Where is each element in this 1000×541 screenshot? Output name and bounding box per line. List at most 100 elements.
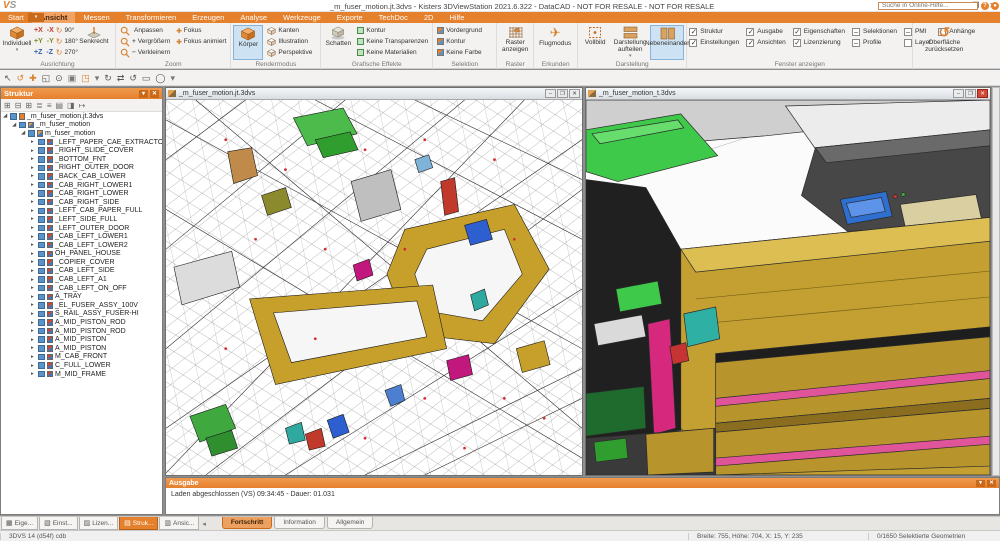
zoom-button[interactable]: Anpassen	[118, 25, 172, 36]
pan-icon[interactable]: ✚	[29, 72, 37, 84]
darstellung-aufteilen-button[interactable]: Darstellung aufteilen ▾	[612, 25, 648, 60]
tree-expander-icon[interactable]: ▸	[31, 251, 38, 257]
tree-item[interactable]: ▸ _COPIER_COVER	[1, 258, 162, 267]
levels-icon[interactable]: ≡	[47, 101, 52, 110]
ribbon-tab[interactable]: Transformieren	[118, 12, 185, 23]
help-globe-icon[interactable]: ●	[991, 2, 999, 10]
zoom-window-icon[interactable]: ◱	[42, 72, 51, 84]
spin-icon[interactable]: ↺	[129, 72, 137, 84]
axis-minus-button[interactable]: -Z	[46, 49, 53, 56]
visibility-checkbox-icon[interactable]	[38, 199, 45, 206]
viewport-2-titlebar[interactable]: _m_fuser_motion_t.3dvs – ❐ ✕	[586, 88, 990, 100]
individuell-button[interactable]: Individuell ▾	[2, 25, 32, 60]
output-tab[interactable]: Allgemein	[327, 517, 374, 529]
visibility-checkbox-icon[interactable]	[38, 156, 45, 163]
tree-item[interactable]: ▸ C_FULL_LOWER	[1, 361, 162, 370]
tree-expander-icon[interactable]: ▸	[31, 182, 38, 188]
visibility-checkbox-icon[interactable]	[38, 251, 45, 258]
tree-expander-icon[interactable]: ▸	[31, 242, 38, 248]
panel-toggle-checkbox[interactable]: Ausgabe	[746, 26, 786, 37]
tree-expander-icon[interactable]: ▸	[31, 165, 38, 171]
viewport-restore-button[interactable]: ❐	[557, 89, 568, 98]
visibility-checkbox-icon[interactable]	[38, 336, 45, 343]
ribbon-tab[interactable]: Werkzeuge	[275, 12, 329, 23]
tree-item[interactable]: ▸ _LEFT_PAPER_CAE_EXTRACTOR	[1, 138, 162, 147]
dropdown-icon[interactable]: ▾	[95, 72, 100, 84]
tree-expander-icon[interactable]: ▸	[31, 363, 38, 369]
rotate-button[interactable]: ↻90°	[56, 25, 78, 36]
rendermode-button[interactable]: Perspektive	[265, 47, 314, 58]
panel-toggle-checkbox[interactable]: Lizenzierung	[793, 37, 845, 48]
viewport-2-canvas[interactable]	[586, 100, 990, 475]
visibility-checkbox-icon[interactable]	[10, 113, 17, 120]
tree-item[interactable]: ▸ _RIGHT_OUTER_DOOR	[1, 164, 162, 173]
nebeneinander-button[interactable]: Nebeneinander	[650, 25, 684, 60]
panel-toggle-checkbox[interactable]: Struktur	[689, 26, 739, 37]
sync-icon[interactable]: ↦	[79, 101, 86, 110]
ribbon-tab[interactable]: Erzeugen	[184, 12, 232, 23]
tree-item[interactable]: ▸ _BACK_CAB_LOWER	[1, 172, 162, 181]
visibility-checkbox-icon[interactable]	[38, 216, 45, 223]
tree-item[interactable]: ▸ _CAB_RIGHT_SIDE	[1, 198, 162, 207]
tree-item[interactable]: ▸ _CAB_LEFT_A1	[1, 275, 162, 284]
tree-item[interactable]: ▸ M_MID_FRAME	[1, 370, 162, 379]
rendermode-button[interactable]: Kanten	[265, 25, 314, 36]
tree-item[interactable]: ▸ _EL_FUSER_ASSY_100V	[1, 301, 162, 310]
visibility-checkbox-icon[interactable]	[38, 147, 45, 154]
output-tab[interactable]: Information	[274, 517, 325, 529]
visibility-checkbox-icon[interactable]	[38, 165, 45, 172]
reset-ui-button[interactable]: ↺ Oberfläche zurücksetzen	[915, 25, 973, 60]
tree-item[interactable]: ▸ _LEFT_SIDE_FULL	[1, 215, 162, 224]
fokus-button[interactable]: ✚Fokus	[174, 25, 228, 36]
tree-item[interactable]: ▸ _CAB_LEFT_SIDE	[1, 267, 162, 276]
app-menu-button[interactable]: ▾	[28, 13, 44, 22]
viewport-minimize-button[interactable]: –	[953, 89, 964, 98]
axis-minus-button[interactable]: -Y	[47, 38, 54, 45]
tree-expander-icon[interactable]: ◢	[21, 130, 28, 136]
tree-item[interactable]: ▸ A_MID_PISTON	[1, 335, 162, 344]
tree-expander-icon[interactable]: ▸	[31, 139, 38, 145]
visibility-checkbox-icon[interactable]	[38, 311, 45, 318]
tree-item[interactable]: ▸ _LEFT_CAB_PAPER_FULL	[1, 207, 162, 216]
tab-scroll-left-icon[interactable]: ◂	[202, 520, 206, 528]
tree-item[interactable]: ▸ A_MID_PISTON_ROD	[1, 327, 162, 336]
tree-item[interactable]: ▸ _CAB_LEFT_LOWER1	[1, 232, 162, 241]
tree-item[interactable]: ▸ _CAB_LEFT_ON_OFF	[1, 284, 162, 293]
visibility-checkbox-icon[interactable]	[38, 354, 45, 361]
panel-toggle-checkbox[interactable]: Einstellungen	[689, 37, 739, 48]
tree-expander-icon[interactable]: ▸	[31, 225, 38, 231]
tree-item[interactable]: ▸ _LEFT_OUTER_DOOR	[1, 224, 162, 233]
zoom-button[interactable]: − Verkleinern	[118, 47, 172, 58]
viewport-minimize-button[interactable]: –	[545, 89, 556, 98]
tree-expander-icon[interactable]: ▸	[31, 277, 38, 283]
zoom-button[interactable]: + Vergrößern	[118, 36, 172, 47]
panel-tab[interactable]: ▥ Ansic...	[159, 517, 199, 530]
tree-expander-icon[interactable]: ▸	[31, 311, 38, 317]
tree-expander-icon[interactable]: ▸	[31, 345, 38, 351]
ribbon-tab[interactable]: 2D	[416, 12, 442, 23]
visibility-checkbox-icon[interactable]	[38, 328, 45, 335]
collapsed-panel-strip[interactable]	[992, 87, 1000, 476]
visibility-checkbox-icon[interactable]	[38, 276, 45, 283]
schatten-button[interactable]: Schatten	[323, 25, 353, 60]
visibility-checkbox-icon[interactable]	[38, 208, 45, 215]
list-icon[interactable]: ≣	[36, 101, 43, 110]
rect-select-icon[interactable]: ▭	[142, 72, 151, 84]
tree-expander-icon[interactable]: ▸	[31, 328, 38, 334]
visibility-checkbox-icon[interactable]	[38, 268, 45, 275]
rotate-button[interactable]: ↻270°	[56, 47, 78, 58]
tree-expander-icon[interactable]: ▸	[31, 302, 38, 308]
viewport-close-button[interactable]: ✕	[977, 89, 988, 98]
senkrecht-button[interactable]: Senkrecht	[80, 25, 108, 60]
tree-item[interactable]: ▸ A_MID_PISTON	[1, 344, 162, 353]
panel-tab[interactable]: ▨ Lizen...	[79, 517, 119, 530]
ribbon-tab[interactable]: Analyse	[232, 12, 275, 23]
visibility-checkbox-icon[interactable]	[19, 122, 26, 129]
viewport-close-button[interactable]: ✕	[569, 89, 580, 98]
ribbon-tab[interactable]: TechDoc	[371, 12, 416, 23]
visibility-checkbox-icon[interactable]	[38, 345, 45, 352]
rotate-view-icon[interactable]: ↻	[104, 72, 112, 84]
circle-select-icon[interactable]: ◯	[155, 72, 165, 84]
rendermode-button[interactable]: Illustration	[265, 36, 314, 47]
tree-expander-icon[interactable]: ▸	[31, 234, 38, 240]
